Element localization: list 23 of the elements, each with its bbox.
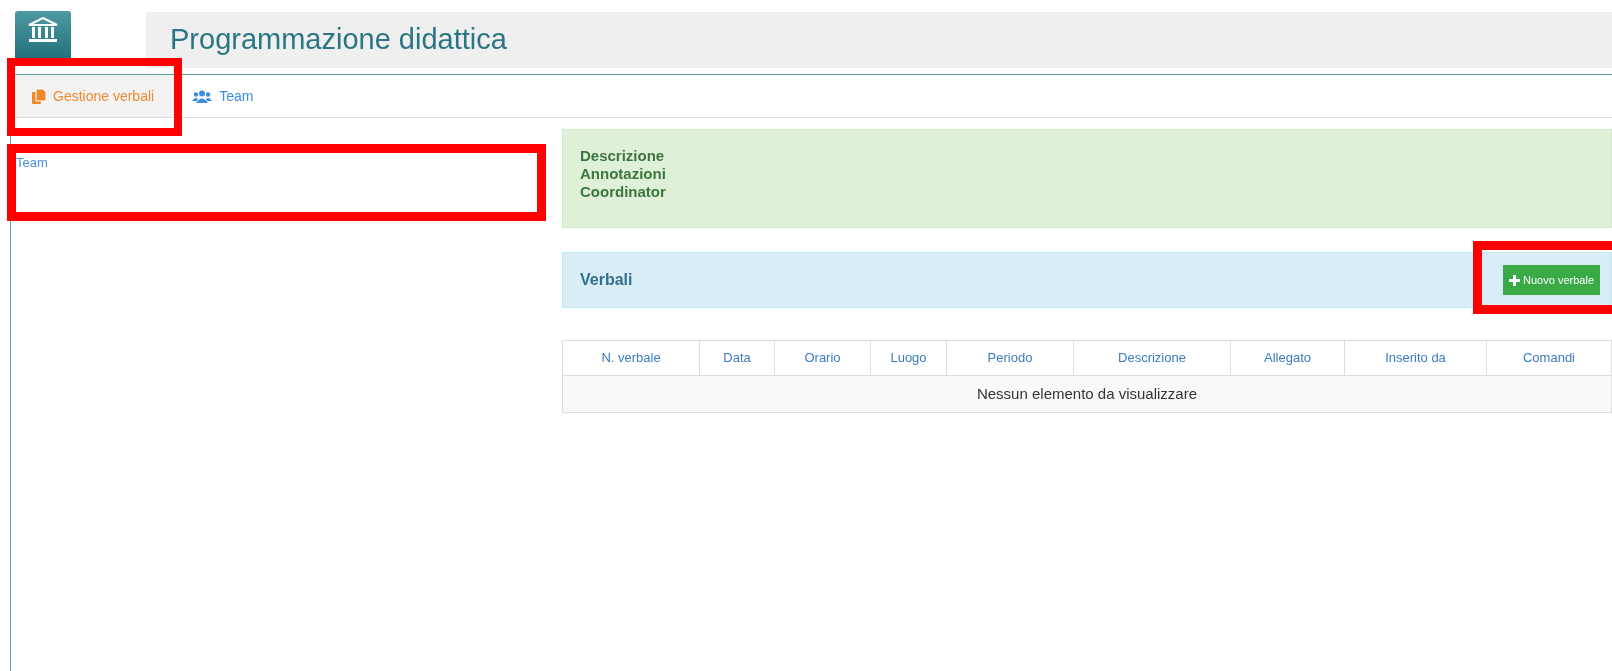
column-header: Periodo xyxy=(946,340,1074,376)
column-header: N. verbale xyxy=(562,340,700,376)
plus-icon xyxy=(1509,274,1521,286)
info-label: Annotazioni xyxy=(580,165,667,183)
column-header: Inserito da xyxy=(1344,340,1487,376)
copy-icon xyxy=(32,88,46,104)
info-label: Descrizione xyxy=(580,147,666,165)
home-logo[interactable] xyxy=(15,11,71,61)
page-title: Programmazione didattica xyxy=(170,22,507,58)
sidebar-link[interactable]: Team xyxy=(16,155,48,170)
new-report-button[interactable]: Nuovo verbale xyxy=(1503,265,1600,295)
column-header: Descrizione xyxy=(1073,340,1231,376)
column-header: Data xyxy=(699,340,775,376)
column-header: Luogo xyxy=(870,340,947,376)
column-header: Orario xyxy=(774,340,871,376)
panel-title: Verbali xyxy=(580,270,633,290)
building-icon xyxy=(28,17,58,43)
empty-message: Nessun elemento da visualizzare xyxy=(562,375,1612,413)
column-header: Comandi xyxy=(1486,340,1612,376)
tab[interactable]: Team xyxy=(177,75,269,117)
users-icon xyxy=(192,89,213,103)
column-header: Allegato xyxy=(1230,340,1345,376)
info-label: Coordinator xyxy=(580,183,667,201)
